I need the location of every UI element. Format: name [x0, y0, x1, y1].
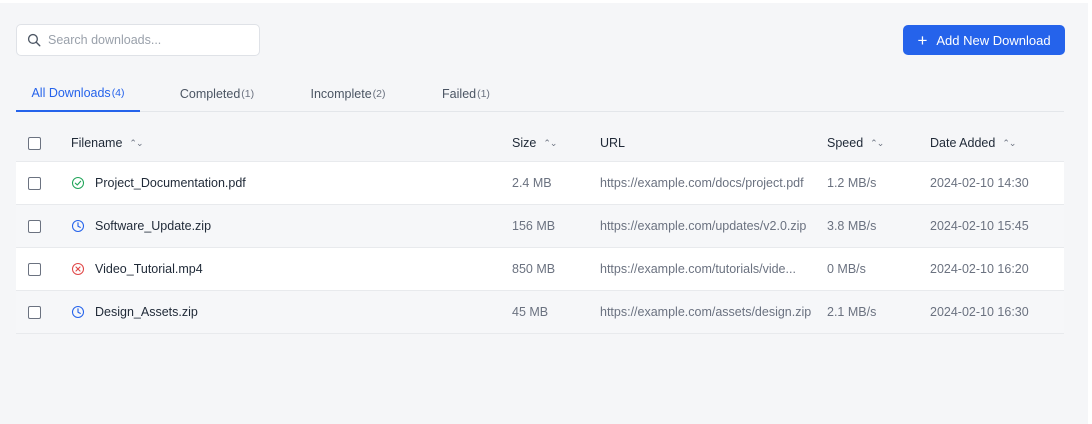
downloads-panel: + Add New Download All Downloads(4) Comp… [0, 3, 1088, 424]
filename: Design_Assets.zip [95, 305, 198, 319]
table-header-row: Filename ⌃⌄ Size ⌃⌄ URL Speed ⌃⌄ Date Ad… [16, 125, 1064, 162]
row-select-cell [28, 291, 41, 333]
table-row[interactable]: Video_Tutorial.mp4 850 MB https://exampl… [16, 248, 1064, 291]
table-row[interactable]: Software_Update.zip 156 MB https://examp… [16, 205, 1064, 248]
row-checkbox[interactable] [28, 219, 41, 233]
x-circle-icon [71, 262, 85, 276]
add-new-download-button[interactable]: + Add New Download [903, 25, 1065, 55]
column-label: Size [512, 136, 537, 150]
date-added-column-header[interactable]: Date Added ⌃⌄ [930, 125, 1016, 161]
date-added-cell: 2024-02-10 14:30 [930, 176, 1029, 190]
filename-cell: Software_Update.zip [71, 205, 211, 247]
url-column-header: URL [600, 125, 625, 161]
tab-all-downloads[interactable]: All Downloads (4) [16, 75, 140, 112]
tab-count: (1) [241, 87, 255, 100]
filename-cell: Video_Tutorial.mp4 [71, 248, 203, 290]
date-added-cell: 2024-02-10 16:20 [930, 262, 1029, 276]
size-cell: 45 MB [512, 305, 549, 319]
row-select-cell [28, 248, 41, 290]
select-all-checkbox[interactable] [28, 136, 41, 150]
speed-column-header[interactable]: Speed ⌃⌄ [827, 125, 884, 161]
column-label: Filename [71, 136, 123, 150]
table-row[interactable]: Project_Documentation.pdf 2.4 MB https:/… [16, 162, 1064, 205]
filename-cell: Design_Assets.zip [71, 291, 198, 333]
tab-label: Failed [442, 86, 477, 101]
size-cell: 156 MB [512, 219, 556, 233]
filename-column-header[interactable]: Filename ⌃⌄ [71, 125, 144, 161]
plus-icon: + [917, 30, 928, 50]
tab-incomplete[interactable]: Incomplete (2) [286, 75, 410, 112]
search-input[interactable] [48, 33, 248, 47]
tab-count: (1) [477, 87, 490, 100]
speed-cell: 2.1 MB/s [827, 305, 877, 319]
row-checkbox[interactable] [28, 262, 41, 276]
tab-count: (4) [111, 86, 125, 99]
tab-label: Incomplete [310, 86, 372, 101]
speed-cell: 3.8 MB/s [827, 219, 877, 233]
check-circle-icon [71, 176, 85, 190]
column-label: URL [600, 136, 626, 150]
row-checkbox[interactable] [28, 176, 41, 190]
downloads-table: Filename ⌃⌄ Size ⌃⌄ URL Speed ⌃⌄ Date Ad… [16, 125, 1064, 334]
add-new-download-label: Add New Download [936, 32, 1051, 48]
clock-icon [71, 219, 85, 233]
sort-icon[interactable]: ⌃⌄ [129, 138, 143, 149]
speed-cell: 1.2 MB/s [827, 176, 877, 190]
url-cell: https://example.com/updates/v2.0.zip [600, 219, 807, 233]
tab-label: Completed [179, 86, 241, 101]
filename: Video_Tutorial.mp4 [95, 262, 203, 276]
row-select-cell [28, 162, 41, 204]
column-label: Speed [827, 136, 864, 150]
search-icon [27, 33, 41, 47]
clock-icon [71, 305, 85, 319]
sort-icon[interactable]: ⌃⌄ [543, 138, 557, 149]
tab-failed[interactable]: Failed (1) [414, 75, 518, 112]
select-all-cell [28, 125, 41, 161]
row-select-cell [28, 205, 41, 247]
filename: Project_Documentation.pdf [95, 176, 246, 190]
sort-icon[interactable]: ⌃⌄ [1002, 138, 1016, 149]
search-box[interactable] [16, 24, 260, 56]
filename: Software_Update.zip [95, 219, 212, 233]
column-label: Date Added [930, 136, 996, 150]
table-row[interactable]: Design_Assets.zip 45 MB https://example.… [16, 291, 1064, 334]
date-added-cell: 2024-02-10 16:30 [930, 305, 1029, 319]
size-cell: 2.4 MB [512, 176, 552, 190]
size-cell: 850 MB [512, 262, 556, 276]
url-cell: https://example.com/tutorials/vide... [600, 262, 796, 276]
url-cell: https://example.com/assets/design.zip [600, 305, 812, 319]
download-filter-tabs: All Downloads (4) Completed (1) Incomplete… [16, 75, 1064, 112]
tab-label: All Downloads [31, 85, 111, 100]
tab-completed[interactable]: Completed (1) [155, 75, 279, 112]
size-column-header[interactable]: Size ⌃⌄ [512, 125, 557, 161]
tab-count: (2) [372, 87, 386, 100]
sort-icon[interactable]: ⌃⌄ [870, 138, 884, 149]
filename-cell: Project_Documentation.pdf [71, 162, 246, 204]
url-cell: https://example.com/docs/project.pdf [600, 176, 804, 190]
speed-cell: 0 MB/s [827, 262, 866, 276]
row-checkbox[interactable] [28, 305, 41, 319]
date-added-cell: 2024-02-10 15:45 [930, 219, 1029, 233]
